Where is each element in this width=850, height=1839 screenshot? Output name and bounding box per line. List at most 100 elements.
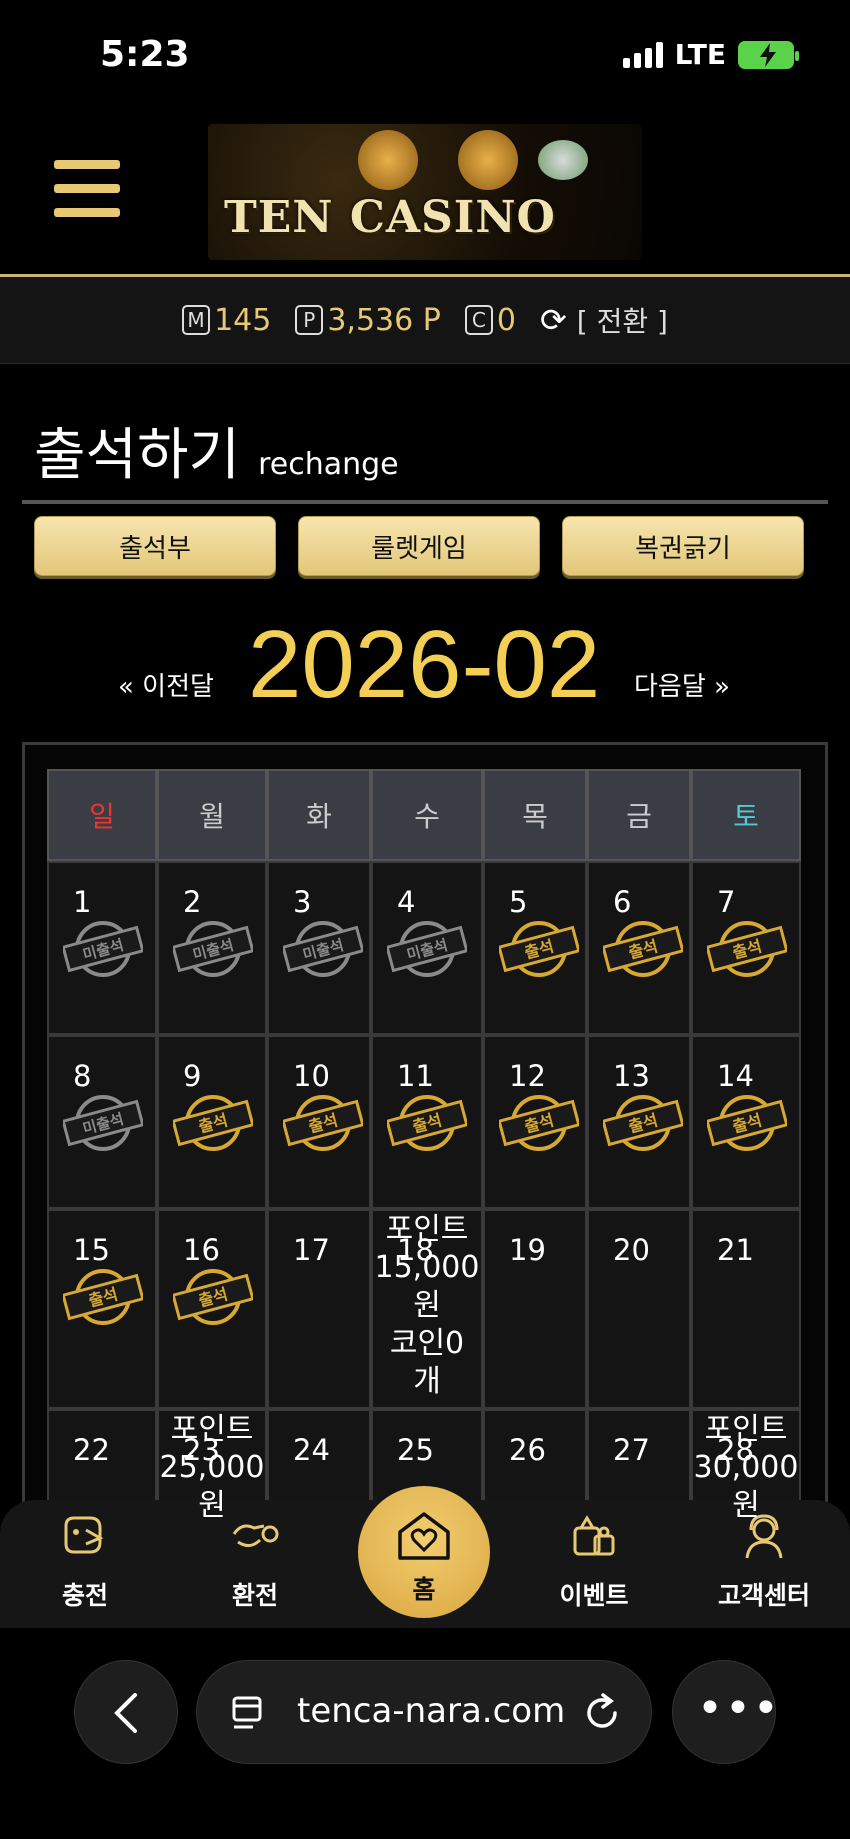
calendar-day-8[interactable]: 8 미출석 xyxy=(47,1035,157,1209)
point-balance: P 3,536 P xyxy=(295,303,441,338)
calendar-body: 1 미출석 2 미출석 3 미출석 4 미출석 5 출석 6 출석 7 출석 8 미출석 9 출석 10 출석 11 출석… xyxy=(47,861,807,1559)
day-number: 27 xyxy=(613,1433,650,1467)
month-navigation: « 이전달 2026-02 다음달 » xyxy=(0,610,850,718)
tab-lottery[interactable]: 복권긁기 xyxy=(562,516,804,576)
tab-roulette[interactable]: 룰렛게임 xyxy=(298,516,540,576)
refresh-icon[interactable]: ⟳ xyxy=(540,301,567,339)
home-heart-icon xyxy=(398,1512,450,1560)
day-number: 10 xyxy=(293,1059,330,1093)
calendar-day-7[interactable]: 7 출석 xyxy=(691,861,801,1035)
weekday-sun: 일 xyxy=(47,769,157,861)
page-heading: 출석하기 rechange xyxy=(34,410,399,491)
prev-month-link[interactable]: « 이전달 xyxy=(118,666,214,703)
day-number: 6 xyxy=(613,885,632,919)
attended-stamp-icon: 출석 xyxy=(173,1269,253,1325)
attended-stamp-icon: 출석 xyxy=(499,921,579,977)
calendar-day-17[interactable]: 17 xyxy=(267,1209,371,1409)
calendar-day-13[interactable]: 13 출석 xyxy=(587,1035,691,1209)
calendar-day-1[interactable]: 1 미출석 xyxy=(47,861,157,1035)
calendar-day-15[interactable]: 15 출석 xyxy=(47,1209,157,1409)
page-subtitle: rechange xyxy=(258,447,399,482)
calendar-day-11[interactable]: 11 출석 xyxy=(371,1035,483,1209)
url-text: tenca-nara.com xyxy=(297,1691,566,1731)
attended-stamp-icon: 출석 xyxy=(387,1095,467,1151)
day-number: 14 xyxy=(717,1059,754,1093)
calendar-week: 15 출석 16 출석 17 18 포인트 15,000 원 코인0 개 19 20 21 xyxy=(47,1209,807,1409)
calendar-day-2[interactable]: 2 미출석 xyxy=(157,861,267,1035)
status-bar: 5:23 LTE xyxy=(0,0,850,110)
chevron-left-icon xyxy=(114,1693,137,1733)
weekday-fri: 금 xyxy=(587,769,691,861)
reward-note: 포인트 30,000 원 xyxy=(693,1412,799,1523)
charge-icon xyxy=(64,1516,104,1554)
day-number: 12 xyxy=(509,1059,546,1093)
day-number: 16 xyxy=(183,1233,220,1267)
calendar-day-18[interactable]: 18 포인트 15,000 원 코인0 개 xyxy=(371,1209,483,1409)
weekday-mon: 월 xyxy=(157,769,267,861)
calendar-day-21[interactable]: 21 xyxy=(691,1209,801,1409)
address-bar[interactable]: tenca-nara.com xyxy=(196,1660,652,1764)
calendar-day-6[interactable]: 6 출석 xyxy=(587,861,691,1035)
attended-stamp-icon: 출석 xyxy=(707,1095,787,1151)
calendar-week: 1 미출석 2 미출석 3 미출석 4 미출석 5 출석 6 출석 7 출석 xyxy=(47,861,807,1035)
day-number: 7 xyxy=(717,885,736,919)
mascot-right-image xyxy=(458,130,518,190)
attended-stamp-icon: 출석 xyxy=(603,921,683,977)
tabs-icon xyxy=(232,1696,262,1729)
calendar-day-14[interactable]: 14 출석 xyxy=(691,1035,801,1209)
calendar-day-10[interactable]: 10 출석 xyxy=(267,1035,371,1209)
nav-charge[interactable]: 충전 xyxy=(30,1500,140,1628)
calendar-day-12[interactable]: 12 출석 xyxy=(483,1035,587,1209)
menu-icon[interactable] xyxy=(54,160,120,218)
point-value: 3,536 P xyxy=(327,302,441,338)
switch-button[interactable]: [ 전환 ] xyxy=(577,300,668,340)
point-icon: P xyxy=(295,305,324,335)
day-number: 21 xyxy=(717,1233,754,1267)
calendar-day-16[interactable]: 16 출석 xyxy=(157,1209,267,1409)
coin-balance: C 0 xyxy=(464,302,516,338)
absent-stamp-icon: 미출석 xyxy=(283,921,363,977)
more-options-button[interactable]: ••• xyxy=(672,1660,779,1764)
calendar-day-20[interactable]: 20 xyxy=(587,1209,691,1409)
rice-cake-image xyxy=(538,140,588,180)
reload-icon[interactable] xyxy=(583,1691,623,1733)
money-icon: M xyxy=(182,305,211,335)
day-number: 24 xyxy=(293,1433,330,1467)
calendar-day-5[interactable]: 5 출석 xyxy=(483,861,587,1035)
tab-attendance[interactable]: 출석부 xyxy=(34,516,276,576)
calendar-grid: 일 월 화 수 목 금 토 1 미출석 2 미출석 3 미출석 4 미출석 5 출석 6 출석 7 출석 8… xyxy=(47,769,807,1559)
day-number: 17 xyxy=(293,1233,330,1267)
attended-stamp-icon: 출석 xyxy=(707,921,787,977)
status-indicators: LTE xyxy=(622,38,799,71)
absent-stamp-icon: 미출석 xyxy=(63,1095,143,1151)
nav-exchange-label: 환전 xyxy=(231,1581,278,1610)
calendar-day-4[interactable]: 4 미출석 xyxy=(371,861,483,1035)
more-icon: ••• xyxy=(697,1683,781,1734)
battery-charging-icon xyxy=(738,40,799,69)
nav-home-label: 홈 xyxy=(412,1575,436,1604)
mascot-left-image xyxy=(358,130,418,190)
nav-charge-label: 충전 xyxy=(61,1581,108,1610)
weekday-sat: 토 xyxy=(691,769,801,861)
browser-toolbar: tenca-nara.com ••• xyxy=(0,1628,850,1839)
next-month-link[interactable]: 다음달 » xyxy=(634,666,730,703)
absent-stamp-icon: 미출석 xyxy=(387,921,467,977)
calendar-day-3[interactable]: 3 미출석 xyxy=(267,861,371,1035)
absent-stamp-icon: 미출석 xyxy=(173,921,253,977)
nav-event-label: 이벤트 xyxy=(559,1581,629,1610)
day-number: 13 xyxy=(613,1059,650,1093)
calendar-day-9[interactable]: 9 출석 xyxy=(157,1035,267,1209)
site-header: TEN CASINO xyxy=(0,110,850,275)
nav-event[interactable]: 이벤트 xyxy=(539,1500,649,1628)
weekday-header: 일 월 화 수 목 금 토 xyxy=(47,769,807,861)
brand-logo[interactable]: TEN CASINO xyxy=(208,124,642,260)
points-bar: M 145 P 3,536 P C 0 ⟳ [ 전환 ] xyxy=(0,274,850,364)
nav-home-button[interactable]: 홈 xyxy=(358,1486,490,1618)
attended-stamp-icon: 출석 xyxy=(63,1269,143,1325)
current-month: 2026-02 xyxy=(248,611,601,718)
browser-back-button[interactable] xyxy=(74,1660,178,1764)
signal-icon xyxy=(622,41,663,68)
coin-value: 0 xyxy=(496,302,516,338)
calendar-day-19[interactable]: 19 xyxy=(483,1209,587,1409)
reward-note: 포인트 15,000 원 코인0 개 xyxy=(374,1212,480,1399)
